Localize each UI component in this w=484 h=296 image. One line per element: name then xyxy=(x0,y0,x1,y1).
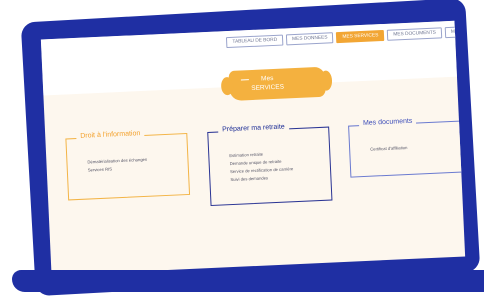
link-suivi-demandes[interactable]: Suivi des demandes xyxy=(230,173,294,184)
card-mes-documents: Mes documents Certificat d'affiliation xyxy=(348,117,466,178)
banner-dash xyxy=(240,79,249,81)
card-title: Mes documents xyxy=(358,117,417,128)
laptop-base xyxy=(12,270,484,292)
link-services-ris[interactable]: Services RIS xyxy=(88,164,148,175)
tab-mes-donnees[interactable]: MES DONNEES xyxy=(285,32,334,46)
main-nav: TABLEAU DE BORD MES DONNEES MES SERVICES… xyxy=(226,26,462,49)
card-title: Droit à l'information xyxy=(76,129,145,141)
card-title: Préparer ma retraite xyxy=(217,123,289,134)
card-preparer-retraite: Préparer ma retraite Estimation retraite… xyxy=(207,123,333,206)
page-title: Mes SERVICES xyxy=(251,74,285,93)
card-link-list: Certificat d'affiliation xyxy=(370,144,408,154)
link-certificat-affiliation[interactable]: Certificat d'affiliation xyxy=(370,144,408,154)
page-title-banner: Mes SERVICES xyxy=(228,66,326,102)
laptop-screen: TABLEAU DE BORD MES DONNEES MES SERVICES… xyxy=(40,20,466,276)
card-link-list: Dématérialisation des échanges Services … xyxy=(87,156,147,175)
card-link-list: Estimation retraite Demande unique de re… xyxy=(229,149,294,184)
tab-mes-services[interactable]: MES SERVICES xyxy=(336,29,385,44)
card-droit-information: Droit à l'information Dématérialisation … xyxy=(65,129,191,201)
page-title-line2: SERVICES xyxy=(251,83,285,93)
tab-mes-documents[interactable]: MES DOCUMENTS xyxy=(387,27,443,41)
tab-tableau-de-bord[interactable]: TABLEAU DE BORD xyxy=(226,34,284,49)
